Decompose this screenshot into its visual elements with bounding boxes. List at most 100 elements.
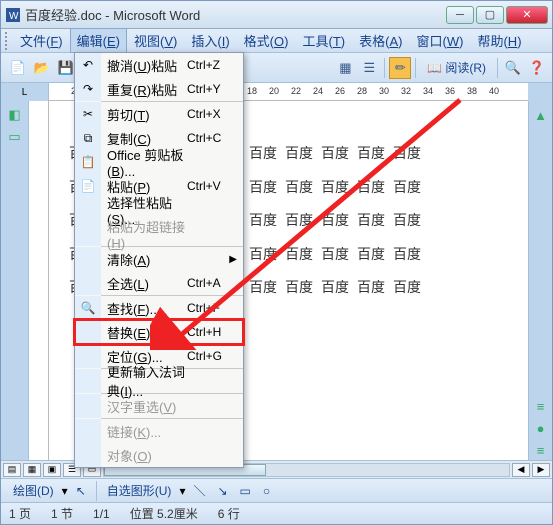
outline-icon[interactable]: ◧ [5, 105, 25, 125]
menu-i[interactable]: 插入(I) [184, 28, 236, 53]
find-icon: 🔍 [75, 296, 101, 320]
separator [497, 58, 498, 78]
menu-item-汉字重选V: 汉字重选(V) [75, 394, 243, 418]
word-app-icon: W [5, 7, 21, 23]
separator [384, 58, 385, 78]
ruler-corner: L [1, 83, 49, 101]
table-insert-button[interactable]: ▦ [334, 57, 356, 79]
edit-menu-dropdown: ↶撤消(U)粘贴Ctrl+Z↷重复(R)粘贴Ctrl+Y✂剪切(T)Ctrl+X… [74, 52, 244, 468]
separator [415, 58, 416, 78]
menu-item-全选L[interactable]: 全选(L)Ctrl+A [75, 271, 243, 295]
menu-item-查找F[interactable]: 🔍查找(F)...Ctrl+F [75, 296, 243, 320]
new-doc-button[interactable]: 📄 [7, 57, 29, 79]
menu-item-label: 对象(O) [101, 446, 187, 465]
thumbnail-icon[interactable]: ▭ [5, 127, 25, 147]
menu-item-label: 清除(A) [101, 250, 187, 269]
menu-f[interactable]: 文件(F) [13, 28, 70, 53]
menu-a[interactable]: 表格(A) [352, 28, 409, 53]
menu-shortcut: Ctrl+G [187, 349, 243, 363]
menu-shortcut: Ctrl+H [187, 325, 243, 339]
blank-icon [75, 344, 101, 368]
statusbar: 1 页 1 节 1/1 位置 5.2厘米 6 行 [1, 502, 552, 524]
titlebar: W 百度经验.doc - Microsoft Word ─ ▢ ✕ [1, 1, 552, 29]
menu-shortcut: Ctrl+Z [187, 58, 243, 72]
menu-e[interactable]: 编辑(E) [70, 28, 127, 53]
book-icon: 📖 [427, 61, 442, 75]
submenu-arrow-icon: ▶ [229, 254, 237, 265]
read-label: 阅读(R) [445, 59, 486, 76]
menu-shortcut: Ctrl+C [187, 131, 243, 145]
undo-icon: ↶ [75, 53, 101, 77]
rectangle-tool[interactable]: ▭ [236, 482, 255, 500]
normal-view-button[interactable]: ▤ [3, 463, 21, 477]
blank-icon [75, 443, 101, 467]
blank-icon [75, 320, 101, 344]
close-button[interactable]: ✕ [506, 6, 548, 24]
menu-shortcut: Ctrl+F [187, 301, 243, 315]
status-pages: 1/1 [93, 507, 110, 521]
status-section: 1 节 [51, 505, 73, 522]
scroll-up-icon[interactable]: ▲ [531, 105, 551, 125]
blank-icon [75, 247, 101, 271]
blank-icon [75, 222, 101, 246]
menu-item-更新输入法词典I[interactable]: 更新输入法词典(I)... [75, 369, 243, 393]
vertical-ruler[interactable] [29, 101, 49, 460]
menu-item-撤消U粘贴[interactable]: ↶撤消(U)粘贴Ctrl+Z [75, 53, 243, 77]
select-objects-button[interactable]: ↖ [72, 482, 90, 500]
maximize-button[interactable]: ▢ [476, 6, 504, 24]
window-title: 百度经验.doc - Microsoft Word [25, 5, 446, 24]
status-position: 位置 5.2厘米 [130, 505, 198, 522]
menu-item-重复R粘贴[interactable]: ↷重复(R)粘贴Ctrl+Y [75, 77, 243, 101]
autoshapes-menu[interactable]: 自选图形(U) [103, 480, 176, 501]
menu-item-对象O: 对象(O) [75, 443, 243, 467]
menu-o[interactable]: 格式(O) [237, 28, 296, 53]
blank-icon [75, 394, 101, 418]
menu-item-粘贴为超链接H: 粘贴为超链接(H) [75, 222, 243, 246]
web-view-button[interactable]: ▦ [23, 463, 41, 477]
arrow-tool[interactable]: ↘ [213, 482, 231, 500]
menu-item-Office剪贴板B[interactable]: 📋Office 剪贴板(B)... [75, 150, 243, 174]
line-tool[interactable]: ＼ [189, 480, 209, 501]
draw-menu[interactable]: 绘图(D) [9, 480, 58, 501]
menu-item-label: 替换(E)... [101, 323, 187, 342]
scroll-right-button[interactable]: ▶ [532, 463, 550, 477]
left-toolstrip: ◧ ▭ [1, 101, 29, 460]
drawing-toolbar: 绘图(D) ▾ ↖ 自选图形(U) ▾ ＼ ↘ ▭ ○ [1, 478, 552, 502]
blank-icon [75, 198, 101, 222]
help-button[interactable]: ❓ [526, 57, 548, 79]
menu-shortcut: Ctrl+Y [187, 82, 243, 96]
menu-shortcut: Ctrl+A [187, 276, 243, 290]
menu-shortcut: Ctrl+X [187, 107, 243, 121]
menu-item-label: 粘贴为超链接(H) [101, 217, 187, 251]
menubar-grip[interactable] [5, 32, 11, 50]
zoom-button[interactable]: 🔍 [502, 57, 524, 79]
menu-item-label: 查找(F)... [101, 299, 187, 318]
columns-button[interactable]: ☰ [358, 57, 380, 79]
menu-w[interactable]: 窗口(W) [409, 28, 470, 53]
menu-t[interactable]: 工具(T) [295, 28, 352, 53]
prev-page-icon[interactable]: ≡ [531, 396, 551, 416]
menu-item-清除A[interactable]: 清除(A) ▶ [75, 247, 243, 271]
print-view-button[interactable]: ▣ [43, 463, 61, 477]
reading-layout-button[interactable]: 📖 阅读(R) [420, 57, 493, 79]
browse-object-icon[interactable]: ● [531, 418, 551, 438]
minimize-button[interactable]: ─ [446, 6, 474, 24]
menu-v[interactable]: 视图(V) [127, 28, 184, 53]
drawing-toggle-button[interactable]: ✏ [389, 57, 411, 79]
blank-icon [75, 419, 101, 443]
menu-shortcut: Ctrl+V [187, 179, 243, 193]
scroll-left-button[interactable]: ◀ [512, 463, 530, 477]
menu-item-label: 全选(L) [101, 274, 187, 293]
next-page-icon[interactable]: ≡ [531, 440, 551, 460]
paste-icon: 📄 [75, 174, 101, 198]
oval-tool[interactable]: ○ [259, 482, 274, 500]
menu-item-剪切T[interactable]: ✂剪切(T)Ctrl+X [75, 102, 243, 126]
menu-h[interactable]: 帮助(H) [470, 28, 528, 53]
open-button[interactable]: 📂 [31, 57, 53, 79]
menu-item-label: 撤消(U)粘贴 [101, 56, 187, 75]
menu-item-替换E[interactable]: 替换(E)...Ctrl+H [75, 320, 243, 344]
menu-item-label: 重复(R)粘贴 [101, 80, 187, 99]
clipboard-icon: 📋 [75, 150, 101, 174]
menu-item-label: 链接(K)... [101, 422, 187, 441]
menubar: 文件(F)编辑(E)视图(V)插入(I)格式(O)工具(T)表格(A)窗口(W)… [1, 29, 552, 53]
